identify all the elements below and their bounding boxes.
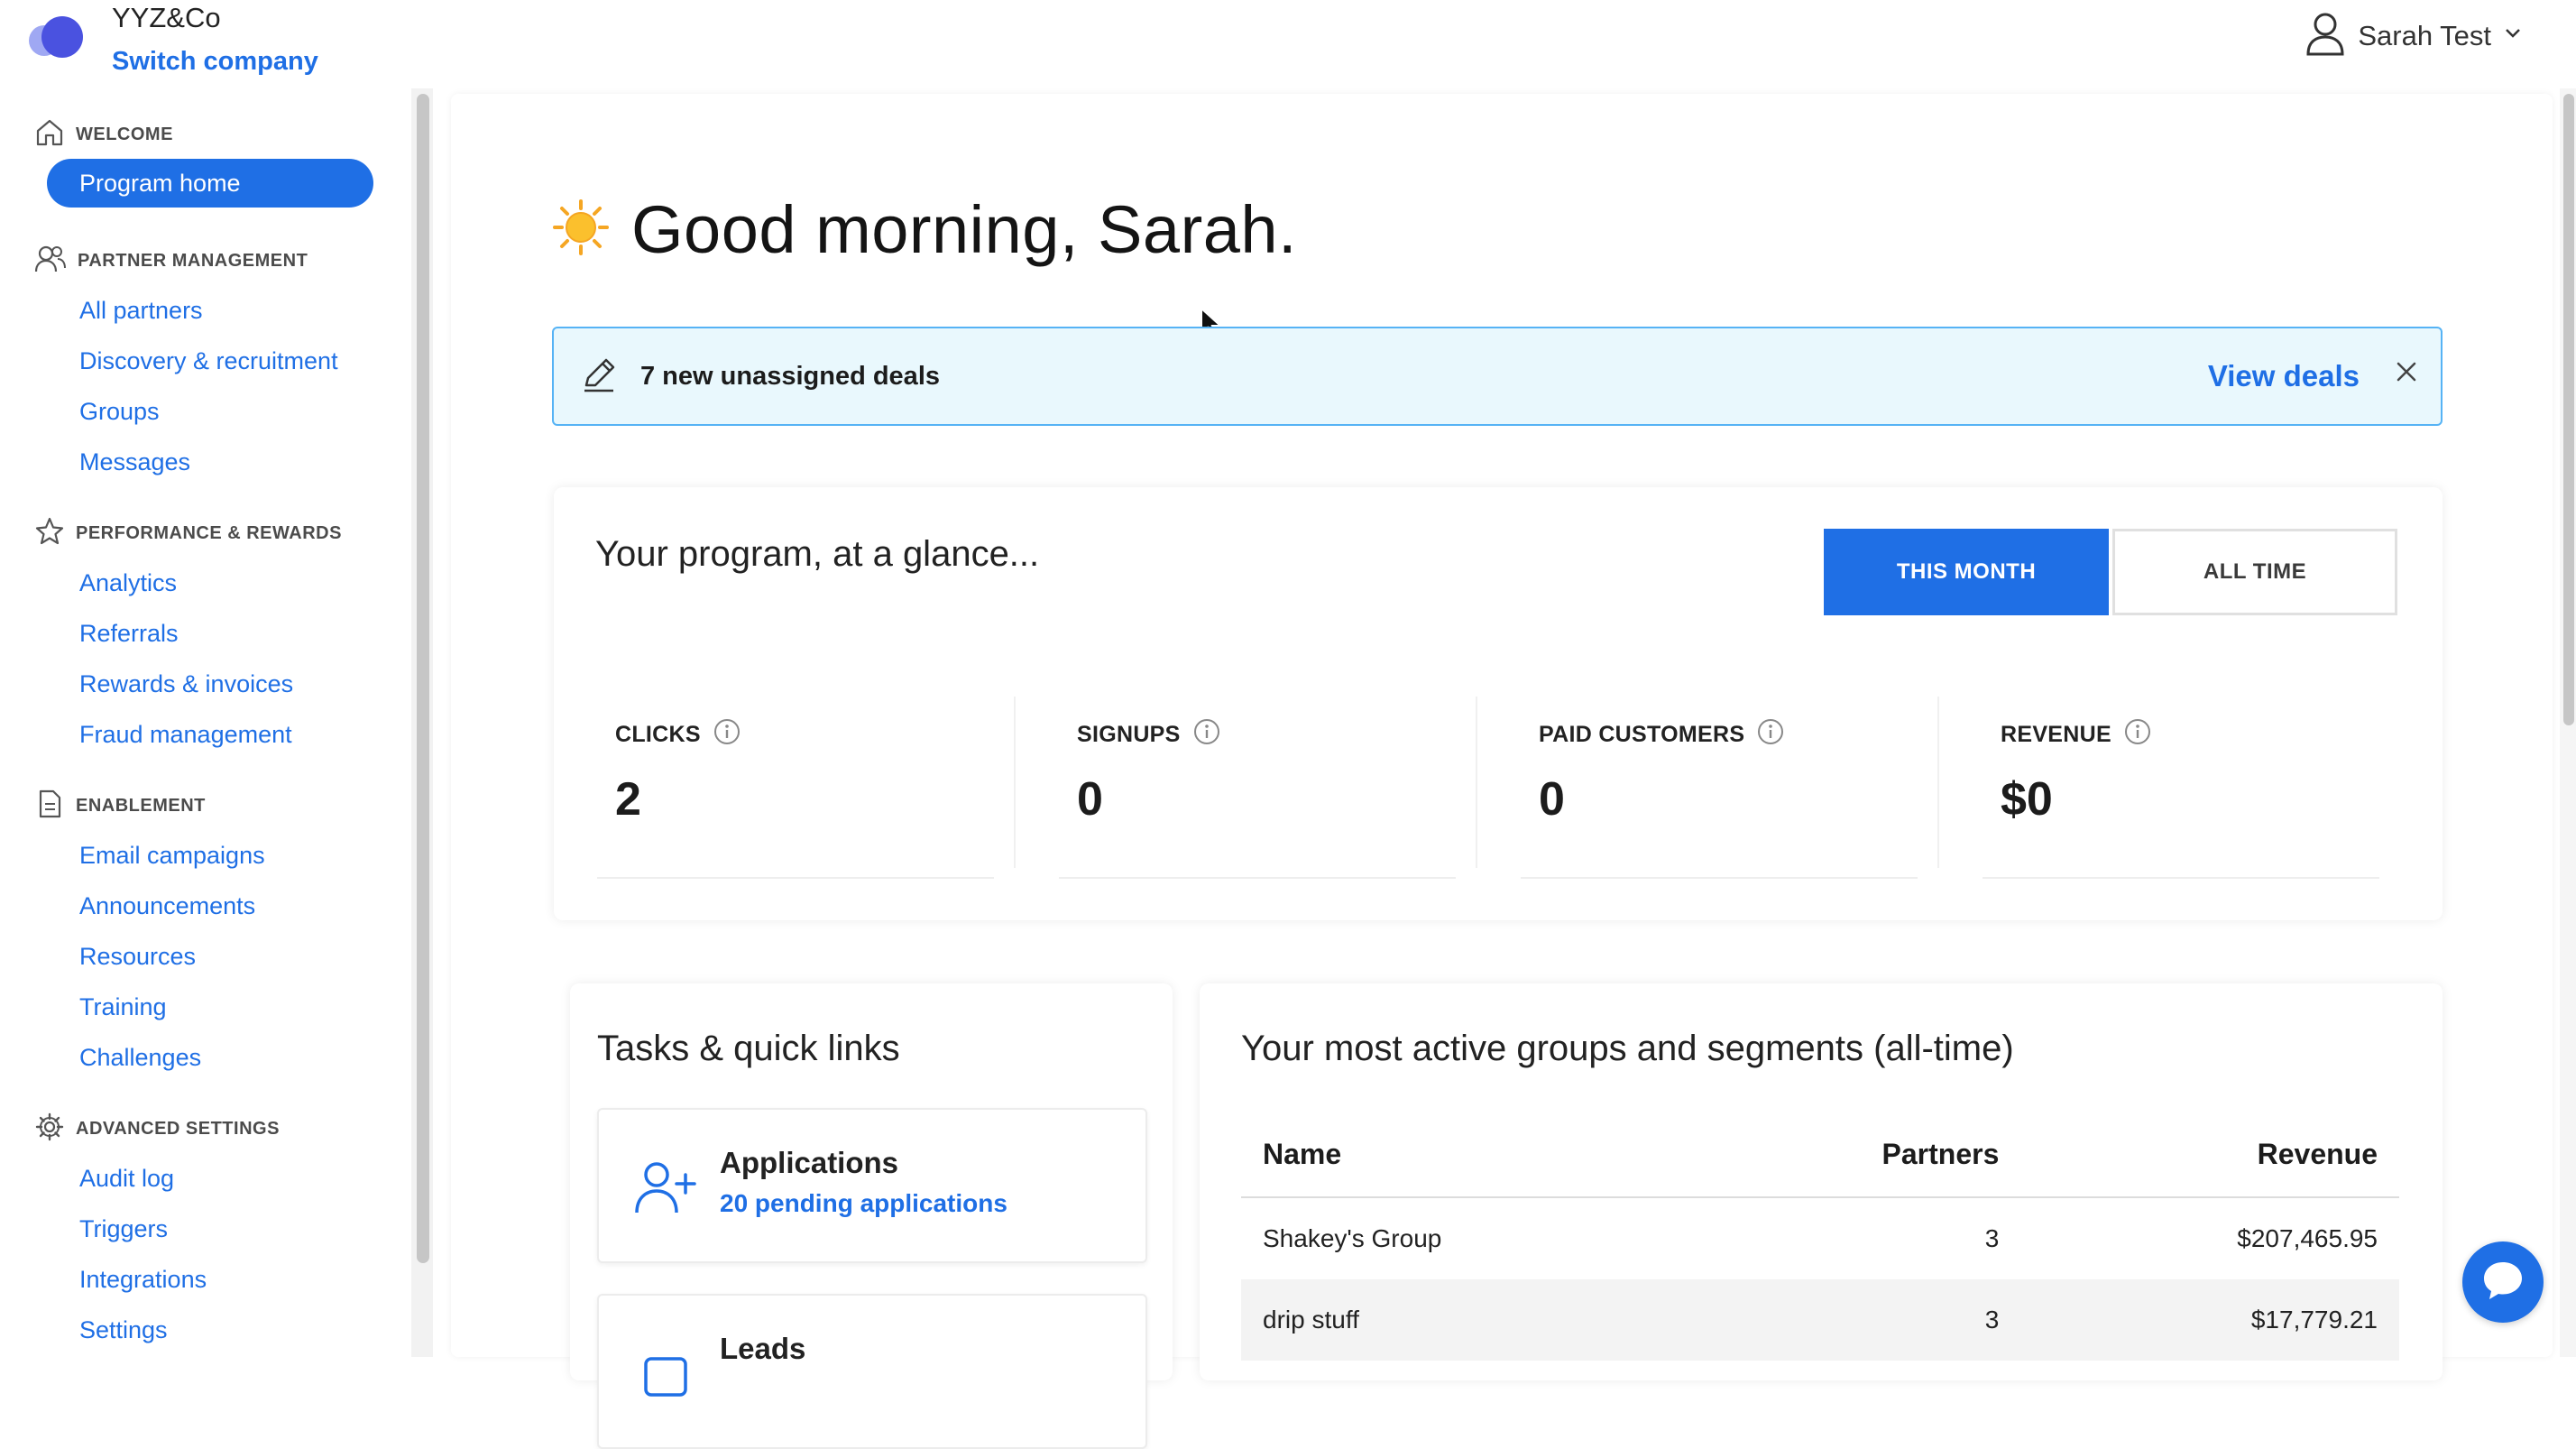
stat-value: $0 (2001, 773, 2053, 826)
sidebar-section-label: ADVANCED SETTINGS (76, 1118, 280, 1139)
company-name: YYZ&Co (112, 2, 221, 33)
sidebar-item-triggers[interactable]: Triggers (0, 1204, 406, 1254)
tasks-title: Tasks & quick links (597, 1029, 900, 1068)
sidebar-item-integrations[interactable]: Integrations (0, 1254, 406, 1305)
groups-title: Your most active groups and segments (al… (1241, 1029, 2014, 1068)
info-icon[interactable] (1193, 718, 1220, 752)
sidebar-item-groups[interactable]: Groups (0, 386, 406, 437)
stat-label: PAID CUSTOMERS (1539, 722, 1745, 747)
program-glance-card: Your program, at a glance... THIS MONTH … (554, 487, 2443, 920)
revenue-cell: $207,465.95 (2237, 1224, 2378, 1252)
sun-icon (552, 198, 610, 261)
glance-title: Your program, at a glance... (595, 534, 1040, 574)
sidebar: WELCOME Program home PARTNER MANAGEMENT … (0, 88, 406, 1357)
sidebar-item-settings[interactable]: Settings (0, 1305, 406, 1355)
task-applications[interactable]: Applications 20 pending applications (597, 1108, 1147, 1263)
leads-icon (633, 1344, 698, 1407)
sidebar-item-audit-log[interactable]: Audit log (0, 1153, 406, 1204)
table-row[interactable]: drip stuff 3 $17,779.21 (1241, 1279, 2399, 1361)
group-name-cell: drip stuff (1241, 1279, 1691, 1361)
revenue-cell: $17,779.21 (2035, 1279, 2399, 1361)
table-header-row: Name Partners Revenue (1241, 1112, 2399, 1198)
toggle-all-time[interactable]: ALL TIME (2112, 529, 2397, 615)
sidebar-item-challenges[interactable]: Challenges (0, 1032, 406, 1083)
sidebar-section-performance-rewards: PERFORMANCE & REWARDS Analytics Referral… (0, 509, 406, 760)
groups-table: Name Partners Revenue Shakey's Group 3 $… (1241, 1112, 2399, 1361)
info-icon[interactable] (2124, 718, 2151, 752)
sidebar-item-email-campaigns[interactable]: Email campaigns (0, 830, 406, 881)
stat-revenue: REVENUE $0 (1983, 697, 2379, 879)
chat-button[interactable] (2462, 1241, 2544, 1323)
sidebar-item-program-home[interactable]: Program home (47, 159, 373, 208)
main-scrollbar-thumb[interactable] (2563, 94, 2574, 725)
sidebar-item-fraud-management[interactable]: Fraud management (0, 709, 406, 760)
greeting-text: Good morning, Sarah. (631, 192, 1298, 267)
deals-banner: 7 new unassigned deals View deals (552, 327, 2443, 426)
pencil-icon (579, 355, 619, 399)
sidebar-item-analytics[interactable]: Analytics (0, 558, 406, 608)
stat-label: CLICKS (615, 722, 701, 747)
chat-bubble-icon (2480, 1258, 2525, 1307)
partners-cell: 3 (1984, 1224, 2000, 1252)
table-row[interactable]: Shakey's Group 3 $207,465.95 (1241, 1197, 2399, 1279)
task-name: Leads (720, 1332, 806, 1365)
stat-label: SIGNUPS (1077, 722, 1181, 747)
column-header-partners[interactable]: Partners (1690, 1112, 2036, 1198)
sidebar-section-advanced-settings: ADVANCED SETTINGS Audit log Triggers Int… (0, 1104, 406, 1355)
stat-label: REVENUE (2001, 722, 2111, 747)
sidebar-item-referrals[interactable]: Referrals (0, 608, 406, 659)
sidebar-item-all-partners[interactable]: All partners (0, 285, 406, 336)
toggle-this-month[interactable]: THIS MONTH (1824, 529, 2109, 615)
sidebar-section-label: WELCOME (76, 124, 173, 144)
document-icon (34, 789, 65, 824)
info-icon[interactable] (1757, 718, 1784, 752)
group-name-cell: Shakey's Group (1263, 1224, 1442, 1252)
tasks-card: Tasks & quick links Applications 20 pend… (570, 983, 1173, 1449)
active-groups-card: Your most active groups and segments (al… (1200, 983, 2443, 1380)
sidebar-item-discovery-recruitment[interactable]: Discovery & recruitment (0, 336, 406, 386)
users-icon (34, 244, 67, 279)
user-icon (2305, 11, 2345, 60)
column-header-name[interactable]: Name (1241, 1112, 1691, 1198)
stat-value: 2 (615, 773, 641, 826)
chevron-down-icon (2504, 27, 2522, 44)
column-header-revenue[interactable]: Revenue (2035, 1112, 2399, 1198)
sidebar-item-rewards-invoices[interactable]: Rewards & invoices (0, 659, 406, 709)
sidebar-section-welcome: WELCOME Program home (0, 110, 406, 208)
user-menu[interactable]: Sarah Test (2305, 11, 2522, 60)
user-name: Sarah Test (2358, 19, 2491, 51)
greeting: Good morning, Sarah. (552, 191, 1297, 268)
info-icon[interactable] (713, 718, 741, 752)
stat-clicks: CLICKS 2 (597, 697, 1016, 879)
partners-cell: 3 (1690, 1279, 2036, 1361)
sidebar-item-resources[interactable]: Resources (0, 931, 406, 982)
stat-signups: SIGNUPS 0 (1059, 697, 1477, 879)
task-leads[interactable]: Leads (597, 1294, 1147, 1449)
stat-paid-customers: PAID CUSTOMERS 0 (1521, 697, 1939, 879)
task-name: Applications (720, 1146, 899, 1179)
home-icon (34, 117, 65, 152)
pending-applications-link[interactable]: 20 pending applications (720, 1189, 1007, 1218)
sidebar-section-label: PERFORMANCE & REWARDS (76, 522, 342, 543)
sidebar-section-label: PARTNER MANAGEMENT (78, 250, 308, 271)
banner-message: 7 new unassigned deals (640, 361, 940, 391)
sidebar-section-enablement: ENABLEMENT Email campaigns Announcements… (0, 781, 406, 1083)
sidebar-item-training[interactable]: Training (0, 982, 406, 1032)
sidebar-section-partner-management: PARTNER MANAGEMENT All partners Discover… (0, 236, 406, 487)
stat-value: 0 (1077, 773, 1103, 826)
sidebar-item-announcements[interactable]: Announcements (0, 881, 406, 931)
company-logo (29, 13, 85, 60)
user-plus-icon (633, 1158, 698, 1221)
star-icon (34, 516, 65, 551)
sidebar-section-label: ENABLEMENT (76, 795, 206, 816)
switch-company-link[interactable]: Switch company (112, 47, 318, 77)
sidebar-scrollbar-thumb[interactable] (417, 94, 429, 1263)
view-deals-link[interactable]: View deals (2208, 359, 2360, 393)
gear-icon (34, 1112, 65, 1147)
close-icon[interactable] (2396, 361, 2417, 387)
stat-value: 0 (1539, 773, 1565, 826)
sidebar-item-messages[interactable]: Messages (0, 437, 406, 487)
